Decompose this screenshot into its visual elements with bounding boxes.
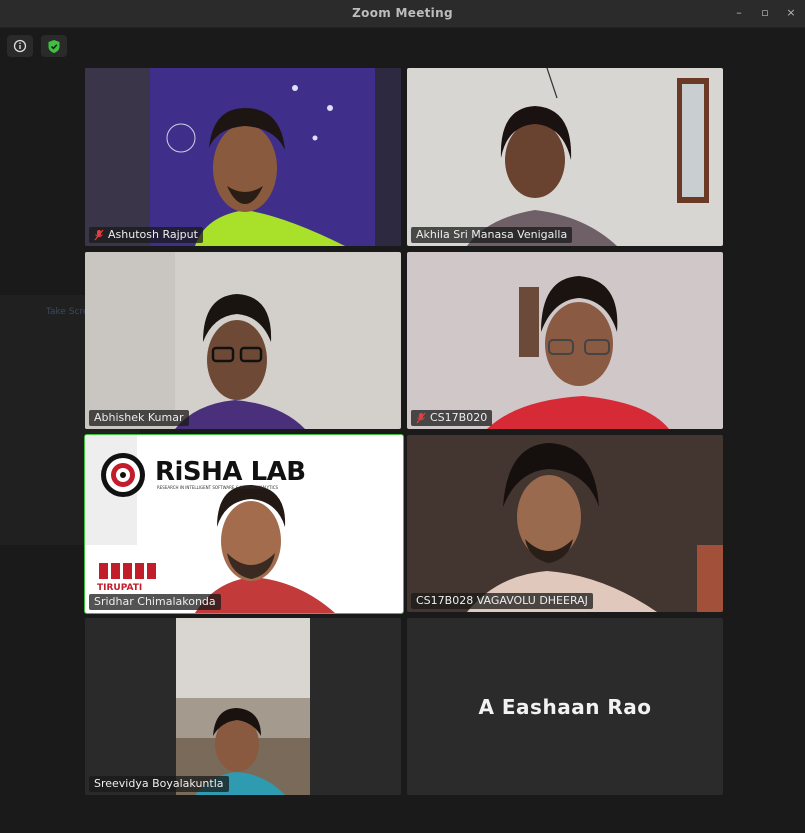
participant-name: CS17B020 xyxy=(430,411,488,424)
window-title: Zoom Meeting xyxy=(352,6,453,20)
participant-name-label: CS17B020 xyxy=(411,410,493,426)
participant-name-label: Sreevidya Boyalakuntla xyxy=(89,776,229,792)
window-titlebar: Zoom Meeting – ▫ × xyxy=(0,0,805,28)
close-button[interactable]: × xyxy=(783,5,799,21)
video-feed xyxy=(407,435,723,612)
muted-mic-icon xyxy=(416,412,426,424)
shield-check-icon xyxy=(48,39,60,53)
background-institute-text: TIRUPATI xyxy=(97,583,143,593)
participant-name: CS17B028 VAGAVOLU DHEERAJ xyxy=(416,594,588,607)
video-feed xyxy=(407,252,723,429)
muted-mic-icon xyxy=(94,229,104,241)
video-off-tile[interactable]: A Eashaan Rao xyxy=(407,618,723,795)
participant-name: Abhishek Kumar xyxy=(94,411,184,424)
video-feed xyxy=(85,252,401,429)
video-tile[interactable]: CS17B028 VAGAVOLU DHEERAJ xyxy=(407,435,723,612)
video-tile[interactable]: Ashutosh Rajput xyxy=(85,68,401,246)
background-logo-text: RiSHA LAB xyxy=(155,457,306,487)
participant-name: Sreevidya Boyalakuntla xyxy=(94,777,224,790)
video-tile[interactable]: Sreevidya Boyalakuntla xyxy=(85,618,401,795)
participant-name: Sridhar Chimalakonda xyxy=(94,595,216,608)
participant-name-card: A Eashaan Rao xyxy=(478,694,652,719)
participant-name: Akhila Sri Manasa Venigalla xyxy=(416,228,568,241)
security-button[interactable] xyxy=(41,35,67,57)
participant-name-label: CS17B028 VAGAVOLU DHEERAJ xyxy=(411,593,593,609)
video-tile[interactable]: CS17B020 xyxy=(407,252,723,429)
video-tile[interactable]: Abhishek Kumar xyxy=(85,252,401,429)
info-icon xyxy=(13,39,27,53)
background-logo-tagline: RESEARCH IN INTELLIGENT SOFTWARE & HUMAN… xyxy=(157,485,279,490)
risha-lab-logo-icon xyxy=(101,453,145,497)
participant-name-label: Abhishek Kumar xyxy=(89,410,189,426)
minimize-button[interactable]: – xyxy=(731,5,747,21)
video-feed xyxy=(407,68,723,246)
participant-name-label: Ashutosh Rajput xyxy=(89,227,203,243)
meeting-info-button[interactable] xyxy=(7,35,33,57)
iiit-tirupati-logo-icon xyxy=(99,563,156,579)
participant-name-label: Akhila Sri Manasa Venigalla xyxy=(411,227,573,243)
video-tile[interactable]: Akhila Sri Manasa Venigalla xyxy=(407,68,723,246)
video-feed xyxy=(85,68,401,246)
video-tile-active-speaker[interactable]: RiSHA LAB RESEARCH IN INTELLIGENT SOFTWA… xyxy=(84,434,404,614)
maximize-button[interactable]: ▫ xyxy=(757,5,773,21)
video-feed xyxy=(85,618,401,795)
participant-name: Ashutosh Rajput xyxy=(108,228,198,241)
participant-name-label: Sridhar Chimalakonda xyxy=(89,594,221,610)
